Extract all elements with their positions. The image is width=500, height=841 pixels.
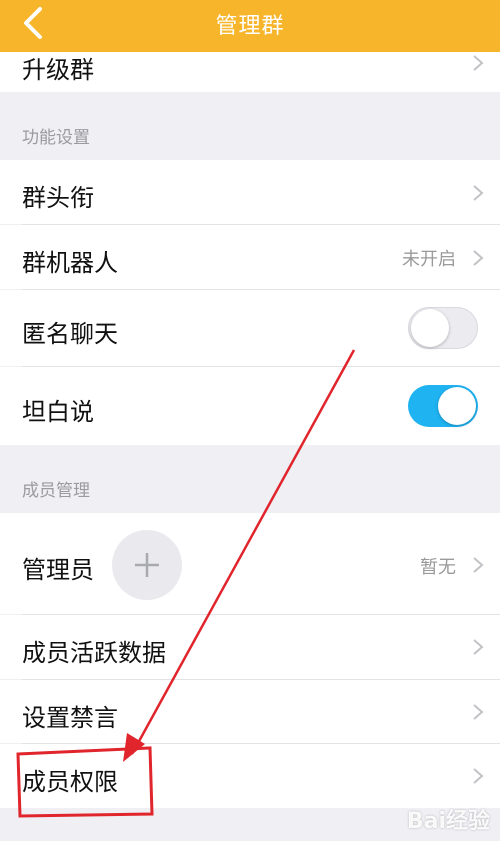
admin-label: 管理员 xyxy=(22,556,94,584)
group-title-row[interactable]: 群头衔 xyxy=(0,160,500,224)
admin-value: 暂无 xyxy=(420,557,456,578)
group-robot-status: 未开启 xyxy=(402,249,456,270)
member-activity-label: 成员活跃数据 xyxy=(22,639,166,667)
chevron-right-icon xyxy=(473,55,484,71)
set-mute-row[interactable]: 设置禁言 xyxy=(0,680,500,743)
toggle-knob xyxy=(438,387,476,425)
set-mute-label: 设置禁言 xyxy=(22,704,118,732)
anonymous-chat-row: 匿名聊天 xyxy=(0,290,500,366)
honest-talk-label: 坦白说 xyxy=(22,398,94,426)
chevron-right-icon xyxy=(473,557,484,573)
admin-row[interactable]: 管理员 暂无 xyxy=(0,513,500,614)
page-title: 管理群 xyxy=(215,14,285,39)
chevron-right-icon xyxy=(473,250,484,266)
anonymous-chat-label: 匿名聊天 xyxy=(22,320,118,348)
chevron-right-icon xyxy=(473,704,484,720)
watermark-logo: Bai经验 xyxy=(406,809,490,834)
member-permission-row[interactable]: 成员权限 xyxy=(0,744,500,808)
toggle-knob xyxy=(411,309,449,347)
group-robot-row[interactable]: 群机器人 未开启 xyxy=(0,225,500,289)
nav-bar: 管理群 xyxy=(0,0,500,52)
member-permission-label: 成员权限 xyxy=(22,768,118,796)
section-header-members: 成员管理 xyxy=(22,481,90,501)
upgrade-group-label: 升级群 xyxy=(22,56,94,84)
add-admin-button[interactable] xyxy=(112,530,182,600)
chevron-right-icon xyxy=(473,185,484,201)
chevron-right-icon xyxy=(473,639,484,655)
plus-icon xyxy=(135,553,159,577)
honest-talk-row: 坦白说 xyxy=(0,367,500,445)
honest-talk-toggle[interactable] xyxy=(408,385,478,427)
section-header-features: 功能设置 xyxy=(22,128,90,148)
group-title-label: 群头衔 xyxy=(22,184,94,212)
chevron-right-icon xyxy=(473,768,484,784)
group-robot-label: 群机器人 xyxy=(22,249,118,277)
anonymous-chat-toggle[interactable] xyxy=(408,307,478,349)
member-activity-row[interactable]: 成员活跃数据 xyxy=(0,615,500,679)
upgrade-group-row[interactable]: 升级群 xyxy=(0,52,500,92)
